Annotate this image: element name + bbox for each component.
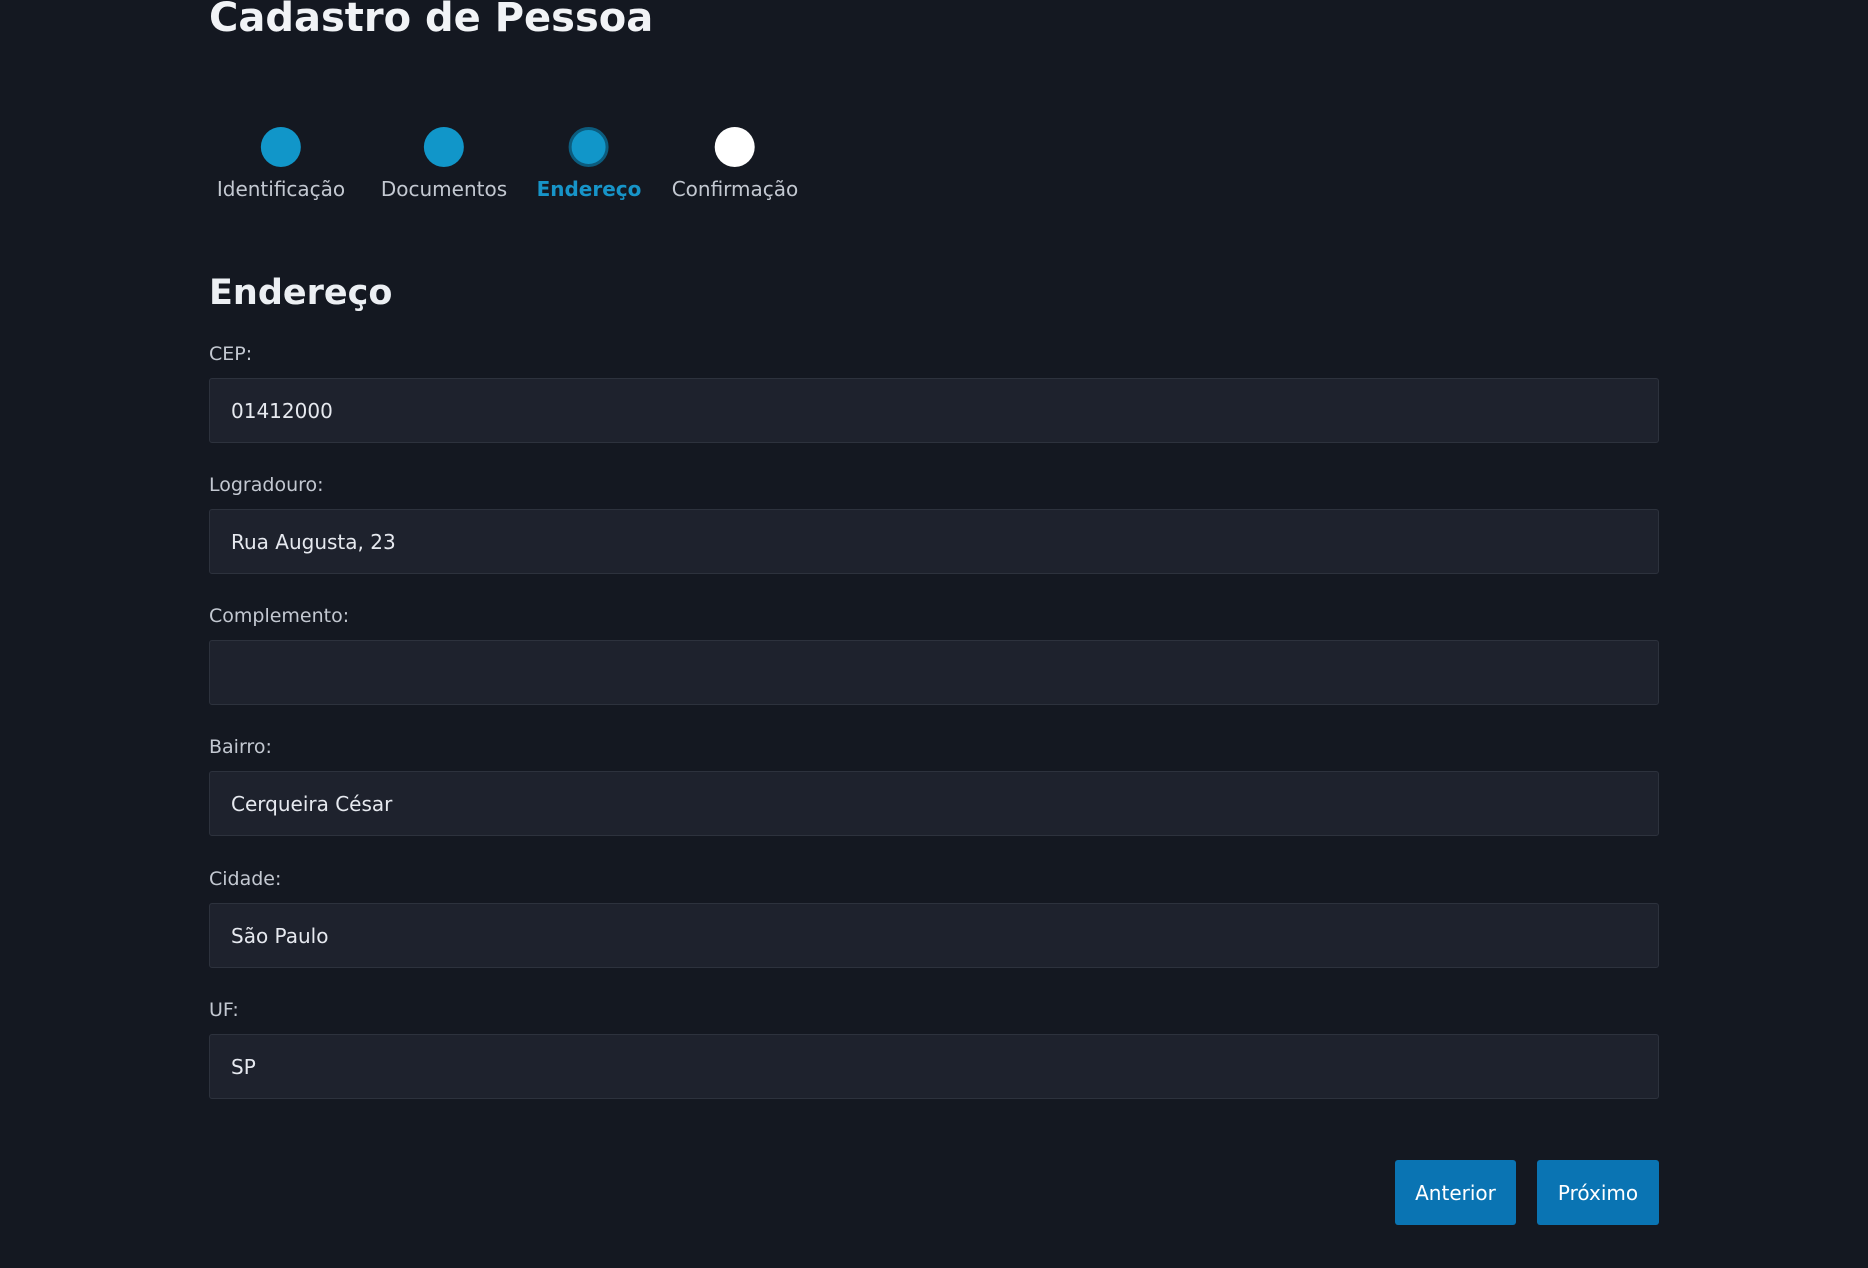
- bairro-input[interactable]: [209, 771, 1659, 836]
- step-active-indicator: [569, 127, 609, 167]
- uf-label: UF:: [209, 999, 239, 1021]
- previous-button[interactable]: Anterior: [1395, 1160, 1516, 1225]
- step-label: Endereço: [536, 177, 642, 201]
- step-confirmacao[interactable]: Confirmação: [671, 127, 799, 201]
- step-pending-indicator: [714, 127, 755, 167]
- uf-field-group: UF:: [209, 996, 1659, 1099]
- complemento-field-group: Complemento:: [209, 602, 1659, 705]
- step-label: Confirmação: [671, 177, 799, 201]
- bairro-field-group: Bairro:: [209, 733, 1659, 836]
- cep-label: CEP:: [209, 343, 253, 365]
- cidade-label: Cidade:: [209, 868, 282, 890]
- cidade-input[interactable]: [209, 903, 1659, 968]
- stepper: Identificação Documentos Endereço Confir…: [209, 127, 1009, 217]
- step-label: Documentos: [380, 177, 508, 201]
- step-identificacao[interactable]: Identificação: [217, 127, 345, 201]
- page: Cadastro de Pessoa Identificação Documen…: [0, 0, 1868, 1268]
- complemento-input[interactable]: [209, 640, 1659, 705]
- step-endereco[interactable]: Endereço: [536, 127, 642, 201]
- uf-input[interactable]: [209, 1034, 1659, 1099]
- logradouro-field-group: Logradouro:: [209, 471, 1659, 574]
- bairro-label: Bairro:: [209, 736, 272, 758]
- page-title: Cadastro de Pessoa: [209, 0, 654, 41]
- next-button[interactable]: Próximo: [1537, 1160, 1659, 1225]
- step-completed-indicator: [424, 127, 464, 167]
- logradouro-label: Logradouro:: [209, 474, 324, 496]
- step-documentos[interactable]: Documentos: [381, 127, 507, 201]
- complemento-label: Complemento:: [209, 605, 350, 627]
- cidade-field-group: Cidade:: [209, 865, 1659, 968]
- step-label: Identificação: [216, 177, 346, 201]
- logradouro-input[interactable]: [209, 509, 1659, 574]
- cep-field-group: CEP:: [209, 340, 1659, 443]
- cep-input[interactable]: [209, 378, 1659, 443]
- step-completed-indicator: [261, 127, 301, 167]
- section-title: Endereço: [209, 273, 393, 313]
